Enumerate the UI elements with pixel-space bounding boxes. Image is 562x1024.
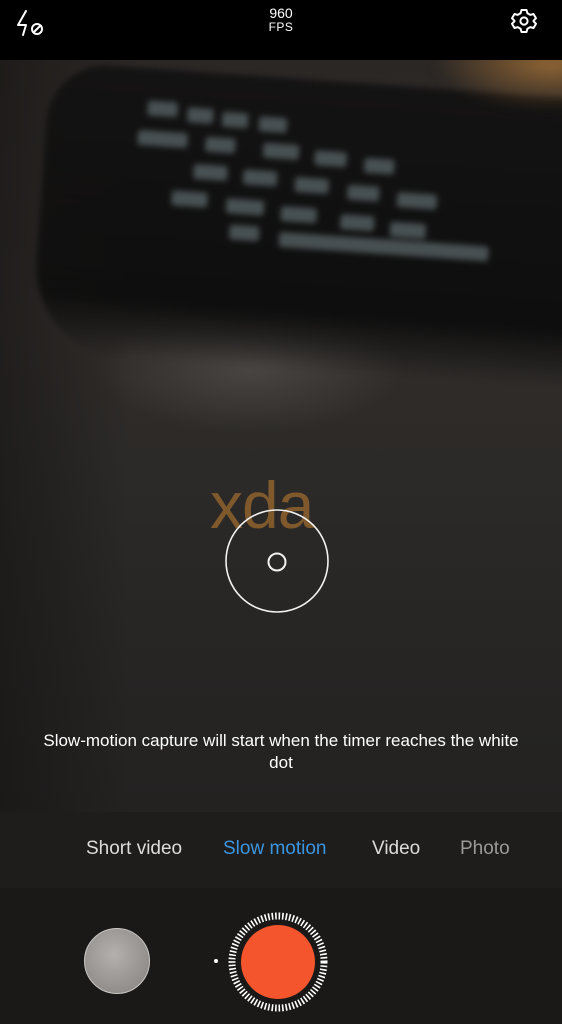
fps-selector[interactable]: 960 FPS [241, 6, 321, 40]
gear-icon [511, 9, 537, 33]
flash-toggle-button[interactable] [14, 6, 54, 40]
mode-photo[interactable]: Photo [460, 838, 510, 860]
keyboard-key [262, 142, 300, 161]
keyboard-key [280, 205, 318, 224]
top-bar: 960 FPS [0, 0, 562, 60]
keyboard-key [294, 176, 330, 195]
viewfinder-shade [0, 60, 130, 812]
mode-slow-motion[interactable]: Slow motion [223, 838, 327, 860]
keyboard-key [258, 116, 288, 134]
gallery-thumbnail[interactable] [84, 928, 150, 994]
keyboard-key [204, 136, 236, 154]
mode-selector: Short video Slow motion Video Photo [0, 812, 562, 888]
bottom-controls [0, 888, 562, 1024]
indicator-dot [214, 959, 218, 963]
mode-short-video[interactable]: Short video [86, 838, 182, 860]
fps-value: 960 [269, 5, 293, 21]
keyboard-key [192, 163, 228, 182]
keyboard-key [171, 190, 208, 208]
slow-motion-hint: Slow-motion capture will start when the … [43, 731, 519, 772]
keyboard-key [225, 198, 265, 216]
keyboard-key [228, 224, 260, 242]
keyboard-key [389, 221, 427, 240]
timer-target-dot [267, 552, 287, 572]
ambient-light [432, 60, 562, 110]
keyboard-key [278, 231, 489, 262]
keyboard-key [396, 192, 438, 210]
record-icon [228, 912, 328, 1012]
mode-video[interactable]: Video [372, 838, 420, 860]
settings-button[interactable] [505, 4, 543, 38]
keyboard-key [137, 129, 189, 149]
keyboard-key [221, 111, 249, 129]
camera-viewfinder[interactable]: xda Slow-motion capture will start when … [0, 60, 562, 812]
keyboard-key [363, 157, 395, 175]
keyboard-key [147, 100, 179, 118]
flash-off-icon [17, 10, 43, 36]
keyboard-key [186, 107, 214, 124]
record-button[interactable] [228, 912, 328, 1012]
keyboard-key [339, 214, 375, 232]
fps-unit: FPS [268, 20, 294, 34]
keyboard-key [242, 169, 278, 187]
slow-motion-timer-ring [225, 509, 329, 613]
keyboard-key [314, 150, 348, 168]
keyboard-key [346, 184, 380, 202]
